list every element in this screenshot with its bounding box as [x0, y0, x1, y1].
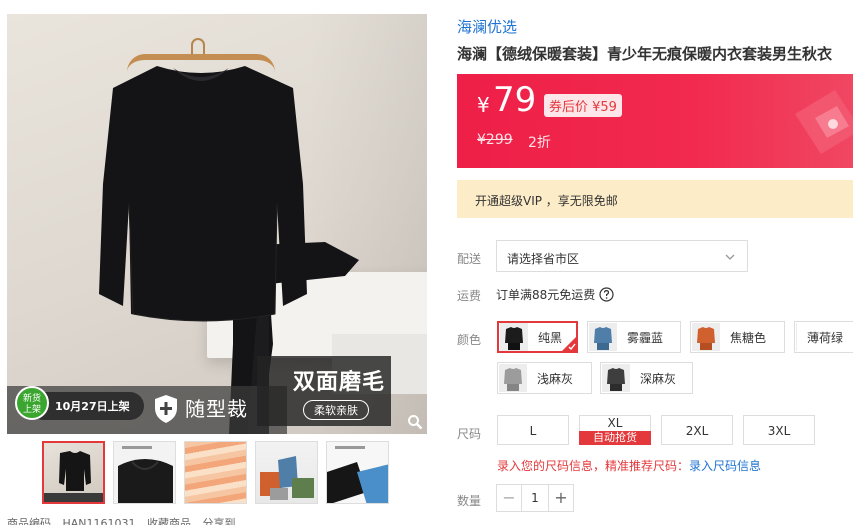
size-name-3xl: 3XL [767, 424, 791, 438]
thumb-colors-icon [260, 456, 314, 500]
quantity-label: 数量 [457, 494, 482, 508]
vip-text: 开通超级VIP ，享无限免邮 [475, 194, 618, 208]
swatch-mint [796, 323, 797, 351]
chevron-down-icon [725, 254, 735, 260]
swatch-haze-blue [589, 323, 617, 351]
size-guide-text: 录入您的尺码信息，精准推荐尺码： [497, 459, 690, 473]
thumb-collar-icon [118, 446, 173, 503]
quantity-input[interactable]: 1 [521, 485, 549, 511]
swatch-black [500, 323, 528, 351]
quantity-decrease-button[interactable]: − [497, 485, 521, 511]
shipping-text: 订单满88元免运费 [496, 288, 596, 302]
size-name-2xl: 2XL [685, 424, 709, 438]
thumb-collar-detail[interactable] [113, 441, 176, 504]
new-badge-line1: 新货 [22, 394, 41, 404]
swatch-dark-grey [602, 364, 630, 392]
color-option-haze-blue[interactable]: 雾霾蓝 [587, 321, 681, 353]
product-title: 海澜【德绒保暖套装】青少年无痕保暖内衣套装男生秋衣 [457, 45, 833, 63]
dual-brush-subtitle: 柔软亲肤 [303, 400, 369, 420]
color-label: 颜色 [457, 333, 482, 347]
shop-link[interactable]: 海澜优选 [457, 16, 517, 37]
quantity-increase-button[interactable]: + [549, 485, 573, 511]
color-option-caramel[interactable]: 焦糖色 [690, 321, 785, 353]
vip-banner[interactable]: 开通超级VIP ，享无限免邮 [457, 180, 853, 218]
color-name-mint: 薄荷绿 [806, 330, 843, 345]
color-option-light-grey[interactable]: 浅麻灰 [497, 362, 592, 394]
size-option-l[interactable]: L [497, 415, 569, 445]
help-icon[interactable] [599, 287, 614, 302]
thumb-colors[interactable] [255, 441, 318, 504]
size-option-2xl[interactable]: 2XL [661, 415, 733, 445]
selected-check-icon [562, 337, 576, 351]
color-name-haze-blue: 雾霾蓝 [627, 330, 664, 345]
new-arrival-badge: 新货 上架 [15, 386, 49, 420]
price-currency: ¥ [477, 93, 490, 117]
bottom-actions-partial: 商品编码 HAN1161031 收藏商品 分享到 [7, 515, 447, 525]
thumb-black-set[interactable] [42, 441, 105, 504]
new-badge-line2: 上架 [22, 405, 41, 415]
thumb-cuff-icon [327, 446, 388, 503]
shipping-label: 运费 [457, 289, 482, 303]
coupon-price-badge: 券后价 ¥59 [544, 94, 622, 117]
color-option-black[interactable]: 纯黑 [497, 321, 578, 353]
size-option-xl[interactable]: XL 自动抢货 [579, 415, 651, 445]
discount-rate: 2折 [528, 135, 551, 151]
zoom-icon[interactable] [407, 414, 423, 430]
thumb-shirt-icon [44, 451, 103, 502]
price-value: 79 [493, 80, 537, 120]
quantity-stepper: − 1 + [496, 484, 574, 512]
shield-plus-icon [155, 395, 177, 423]
original-price: ¥299 [477, 132, 513, 148]
thumb-cuff-detail[interactable] [326, 441, 389, 504]
swatch-caramel [692, 323, 720, 351]
product-code-value: HAN1161031 [62, 517, 136, 525]
size-name-xl: XL [607, 416, 623, 430]
thumb-fabric-layers[interactable] [184, 441, 247, 504]
dual-brush-title: 双面磨毛 [292, 370, 385, 395]
shipping-info: 订单满88元免运费 [496, 286, 614, 303]
color-option-dark-grey[interactable]: 深麻灰 [600, 362, 693, 394]
color-name-dark-grey: 深麻灰 [640, 371, 677, 386]
size-guide-link[interactable]: 录入尺码信息 [689, 459, 761, 473]
price-banner: ¥ 79 券后价 ¥59 ¥299 2折 [457, 74, 853, 168]
swatch-light-grey [499, 364, 527, 392]
color-option-mint[interactable]: 薄荷绿 [794, 321, 853, 353]
size-guide: 录入您的尺码信息，精准推荐尺码：录入尺码信息 [497, 457, 761, 474]
main-product-image[interactable]: 10月27日上架 新货 上架 随型裁 双面磨毛 柔软亲肤 [7, 14, 427, 434]
region-select[interactable]: 请选择省市区 [496, 240, 748, 272]
color-name-light-grey: 浅麻灰 [537, 371, 574, 386]
gift-decoration-icon [795, 90, 853, 154]
size-label: 尺码 [457, 427, 482, 441]
feature-label: 随型裁 [185, 397, 248, 421]
favorite-link[interactable]: 收藏商品 [147, 517, 191, 525]
size-name-l: L [529, 424, 537, 438]
share-link[interactable]: 分享到 [203, 517, 236, 525]
color-name-caramel: 焦糖色 [730, 330, 767, 345]
color-name-black: 纯黑 [538, 330, 563, 345]
product-code-label: 商品编码 [7, 517, 51, 525]
thumbnail-strip [42, 441, 389, 505]
auto-restock-badge: 自动抢货 [579, 431, 651, 445]
size-option-3xl[interactable]: 3XL [743, 415, 815, 445]
delivery-label: 配送 [457, 252, 482, 266]
region-select-value: 请选择省市区 [507, 252, 580, 266]
